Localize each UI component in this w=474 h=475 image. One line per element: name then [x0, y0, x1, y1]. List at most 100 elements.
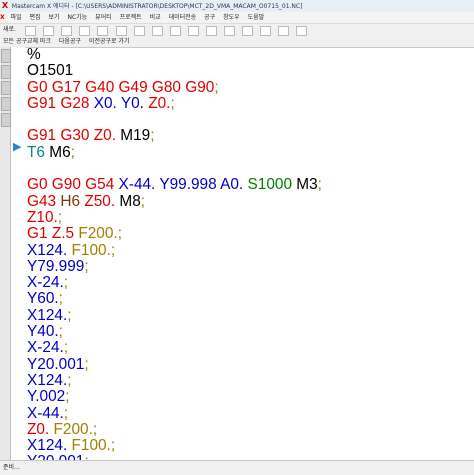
code-token: ;	[63, 339, 69, 357]
code-token: ;	[63, 404, 69, 422]
code-line[interactable]: G91 G28 X0. Y0. Z0.;	[27, 94, 474, 112]
print-icon[interactable]	[61, 26, 73, 36]
code-token: Y79.999	[27, 257, 85, 275]
side-tab-4[interactable]	[1, 97, 11, 111]
redo-icon[interactable]	[151, 26, 163, 36]
all-tool-change-mark-button[interactable]: 모든 공구교체 마크	[3, 36, 51, 47]
menu-item-help[interactable]: 도움말	[248, 14, 265, 21]
code-token: G0 G17 G40 G49 G80 G90	[27, 78, 215, 96]
code-token: ;	[110, 437, 116, 455]
help-icon[interactable]	[296, 26, 308, 36]
bookmark-icon[interactable]	[224, 26, 236, 36]
code-token: F200.	[53, 420, 93, 438]
next-tool-button[interactable]: 다음공구	[59, 36, 81, 47]
code-token: O1501	[27, 62, 74, 80]
code-token: G43	[27, 192, 61, 210]
menu-item-window[interactable]: 창도우	[223, 14, 240, 21]
code-token: X124.	[27, 241, 72, 259]
code-token: X124.	[27, 306, 68, 324]
code-token: Y20.001	[27, 355, 85, 373]
nc-code-editor[interactable]: % O1501 G0 G17 G40 G49 G80 G90; G91 G28 X0.…	[27, 47, 474, 460]
code-line[interactable]	[27, 161, 474, 177]
code-line[interactable]: Z0. F200.;	[27, 420, 474, 438]
copy-icon[interactable]	[97, 26, 109, 36]
code-token: ;	[58, 323, 63, 341]
app-logo-icon: X	[1, 1, 9, 10]
code-line[interactable]: Y60.;	[27, 291, 474, 307]
menu-item-file[interactable]: 파일	[11, 14, 22, 21]
side-tab-5[interactable]	[1, 113, 11, 127]
find-icon[interactable]	[169, 26, 181, 36]
undo-icon[interactable]	[133, 26, 145, 36]
code-token: ;	[317, 176, 322, 194]
code-line[interactable]: X124.;	[27, 306, 474, 324]
code-token: A0.	[220, 176, 248, 194]
code-token: Z0.	[148, 94, 171, 112]
code-line[interactable]: T6 M6;	[27, 143, 474, 161]
code-token: Y.002	[27, 388, 66, 406]
code-token: ;	[214, 78, 219, 96]
save-icon[interactable]	[43, 26, 55, 36]
app-menu-icon[interactable]: X	[0, 14, 5, 21]
code-token: X124.	[27, 371, 68, 389]
menu-item-nc[interactable]: NC기능	[67, 14, 87, 21]
code-line[interactable]: Y40.;	[27, 323, 474, 341]
code-token: ;	[67, 306, 72, 324]
code-line[interactable]: Y.002;	[27, 389, 474, 405]
code-line[interactable]: X-44.;	[27, 404, 474, 422]
code-line[interactable]: X124. F100.;	[27, 437, 474, 455]
code-line[interactable]: Y79.999;	[27, 257, 474, 275]
code-token: Y20.001	[27, 453, 84, 460]
code-line[interactable]: %	[27, 47, 474, 63]
goto-icon[interactable]	[205, 26, 217, 36]
code-token: M3	[296, 176, 318, 194]
code-token: M6	[49, 143, 71, 161]
menu-item-compare[interactable]: 비교	[150, 14, 161, 21]
code-line[interactable]: X124.;	[27, 371, 474, 389]
code-token: G1	[27, 225, 52, 243]
side-tab-2[interactable]	[1, 65, 11, 79]
side-tab-3[interactable]	[1, 81, 11, 95]
menu-item-edit[interactable]: 편집	[30, 14, 41, 21]
menu-item-viewer[interactable]: 뷰어티	[95, 14, 112, 21]
window-title: Mastercam X 에디터 - [C:\USERS\ADMINISTRATO…	[11, 3, 303, 10]
code-line[interactable]: Z10.;	[27, 209, 474, 226]
code-line[interactable]: G0 G90 G54 X-44. Y99.998 A0. S1000 M3;	[27, 177, 474, 193]
code-token: ;	[67, 371, 72, 389]
code-line[interactable]: X124. F100.;	[27, 241, 474, 259]
code-token: T6	[27, 143, 50, 161]
code-line[interactable]: Y20.001;	[27, 355, 474, 373]
code-line[interactable]: G0 G17 G40 G49 G80 G90;	[27, 78, 474, 96]
code-token: ;	[150, 127, 155, 145]
code-token: F100.	[71, 437, 111, 455]
menu-item-view[interactable]: 보기	[49, 14, 60, 21]
menu-item-project[interactable]: 프로젝트	[120, 14, 142, 21]
menu-item-tools[interactable]: 공구	[204, 14, 215, 21]
code-line[interactable]	[27, 112, 474, 128]
code-token: G0 G90 G54	[27, 176, 119, 194]
code-line[interactable]: G1 Z.5 F200.;	[27, 226, 474, 242]
previous-tool-button[interactable]: 이전공구로 가기	[89, 36, 130, 47]
code-token: ;	[65, 388, 70, 406]
code-token: H6	[60, 192, 85, 210]
code-line[interactable]: G91 G30 Z0. M19;	[27, 128, 474, 144]
code-token: F100.	[71, 241, 111, 259]
code-line[interactable]: X-24.;	[27, 275, 474, 291]
open-icon[interactable]	[25, 26, 37, 36]
code-line[interactable]: O1501	[27, 63, 474, 79]
compare-icon[interactable]	[242, 26, 254, 36]
code-token: X0. Y0.	[93, 94, 149, 112]
code-token: Z.5	[51, 225, 79, 243]
code-token: G91 G28	[27, 94, 94, 112]
paste-icon[interactable]	[115, 26, 127, 36]
new-button[interactable]: 새로.	[3, 24, 16, 35]
cut-icon[interactable]	[79, 26, 91, 36]
code-token: Y40.	[27, 323, 59, 341]
replace-icon[interactable]	[187, 26, 199, 36]
settings-icon[interactable]	[278, 26, 290, 36]
transfer-icon[interactable]	[260, 26, 272, 36]
code-line[interactable]: G43 H6 Z50. M8;	[27, 192, 474, 210]
code-line[interactable]: X-24.;	[27, 340, 474, 356]
side-tab-1[interactable]	[1, 49, 11, 63]
menu-item-transfer[interactable]: 데이터전송	[169, 14, 197, 21]
